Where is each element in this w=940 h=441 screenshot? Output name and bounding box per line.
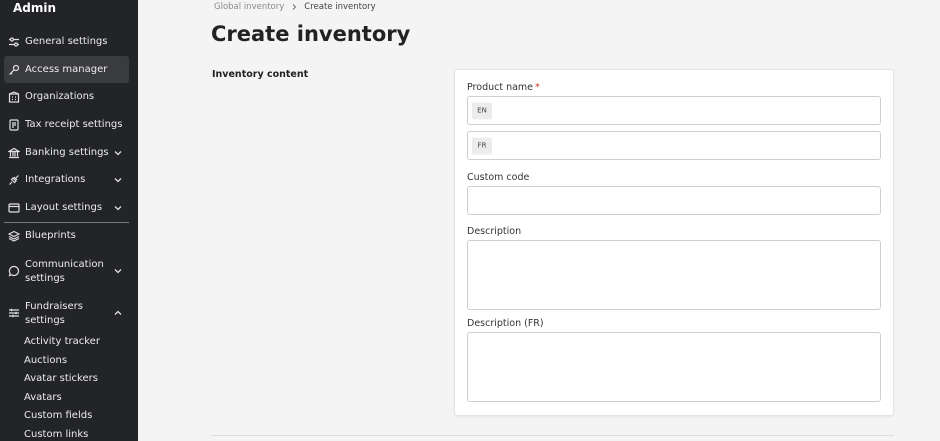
description-textarea[interactable] <box>467 240 881 310</box>
sidebar-item-label: Banking settings <box>25 147 109 158</box>
page-title: Create inventory <box>211 22 411 46</box>
product-name-label: Product name * <box>467 82 540 93</box>
chevron-up-icon <box>113 308 123 318</box>
custom-code-input[interactable] <box>467 186 881 215</box>
sidebar-item-general-settings[interactable]: General settings <box>4 28 129 55</box>
chevron-down-icon <box>113 148 123 158</box>
sidebar-item-label: General settings <box>25 36 108 47</box>
layers-icon <box>8 230 20 242</box>
sidebar-item-label-line2: settings <box>25 273 65 284</box>
key-icon <box>8 64 20 76</box>
sidebar-subitem-custom-fields[interactable]: Custom fields <box>24 410 92 421</box>
sidebar-title: Admin <box>13 1 57 15</box>
required-mark: * <box>535 82 540 93</box>
section-label: Inventory content <box>212 69 309 80</box>
sidebar-subitem-activity-tracker[interactable]: Activity tracker <box>24 336 100 347</box>
product-name-label-text: Product name <box>467 82 534 93</box>
custom-code-label: Custom code <box>467 172 530 183</box>
bank-icon <box>8 147 20 159</box>
chevron-down-icon <box>113 203 123 213</box>
plug-icon <box>8 174 20 186</box>
sidebar-item-label: Access manager <box>25 64 108 75</box>
sidebar-item-label: Integrations <box>25 174 86 185</box>
description-fr-textarea[interactable] <box>467 332 881 402</box>
product-name-fr-input[interactable]: FR <box>467 131 881 160</box>
layout-icon <box>8 202 20 214</box>
sidebar-item-label: Layout settings <box>25 202 103 213</box>
breadcrumb-link-global-inventory[interactable]: Global inventory <box>214 2 284 12</box>
sidebar-item-layout-settings[interactable]: Layout settings <box>4 194 129 221</box>
sidebar-item-organizations[interactable]: Organizations <box>4 83 129 110</box>
breadcrumb: Global inventory Create inventory <box>214 2 376 12</box>
chat-icon <box>8 265 20 277</box>
sidebar-subitem-avatar-stickers[interactable]: Avatar stickers <box>24 373 98 384</box>
receipt-icon <box>8 118 20 131</box>
sidebar-subitem-custom-links[interactable]: Custom links <box>24 429 88 440</box>
product-name-en-input[interactable]: EN <box>467 96 881 125</box>
breadcrumb-current: Create inventory <box>304 2 376 12</box>
sidebar-item-label-line1: Fundraisers <box>25 301 83 312</box>
section-divider <box>211 435 894 436</box>
filters-icon <box>8 307 20 319</box>
sidebar-item-banking-settings[interactable]: Banking settings <box>4 139 129 166</box>
language-tag-fr: FR <box>472 137 492 154</box>
description-fr-label: Description (FR) <box>467 318 544 329</box>
chevron-right-icon <box>290 3 298 11</box>
sidebar-item-blueprints[interactable]: Blueprints <box>4 222 129 249</box>
sidebar-item-fundraisers-settings[interactable]: Fundraisers settings <box>4 297 129 329</box>
sidebar: Admin General settings Access manager Or… <box>0 0 138 441</box>
building-icon <box>8 90 20 103</box>
sidebar-subitem-avatars[interactable]: Avatars <box>24 392 62 403</box>
chevron-down-icon <box>113 175 123 185</box>
sidebar-item-communication-settings[interactable]: Communication settings <box>4 255 129 287</box>
sidebar-item-integrations[interactable]: Integrations <box>4 166 129 193</box>
sidebar-subitem-auctions[interactable]: Auctions <box>24 355 67 366</box>
chevron-down-icon <box>113 266 123 276</box>
sidebar-item-label: Organizations <box>25 91 95 102</box>
sidebar-item-label-line2: settings <box>25 315 65 326</box>
sidebar-item-label: Tax receipt settings <box>25 119 123 130</box>
language-tag-en: EN <box>472 102 492 119</box>
sidebar-item-access-manager[interactable]: Access manager <box>4 56 129 83</box>
description-label: Description <box>467 226 522 237</box>
sidebar-item-label-line1: Communication <box>25 259 104 270</box>
sidebar-item-tax-receipt-settings[interactable]: Tax receipt settings <box>4 111 129 138</box>
sidebar-item-label: Blueprints <box>25 230 76 241</box>
sliders-icon <box>8 36 20 48</box>
